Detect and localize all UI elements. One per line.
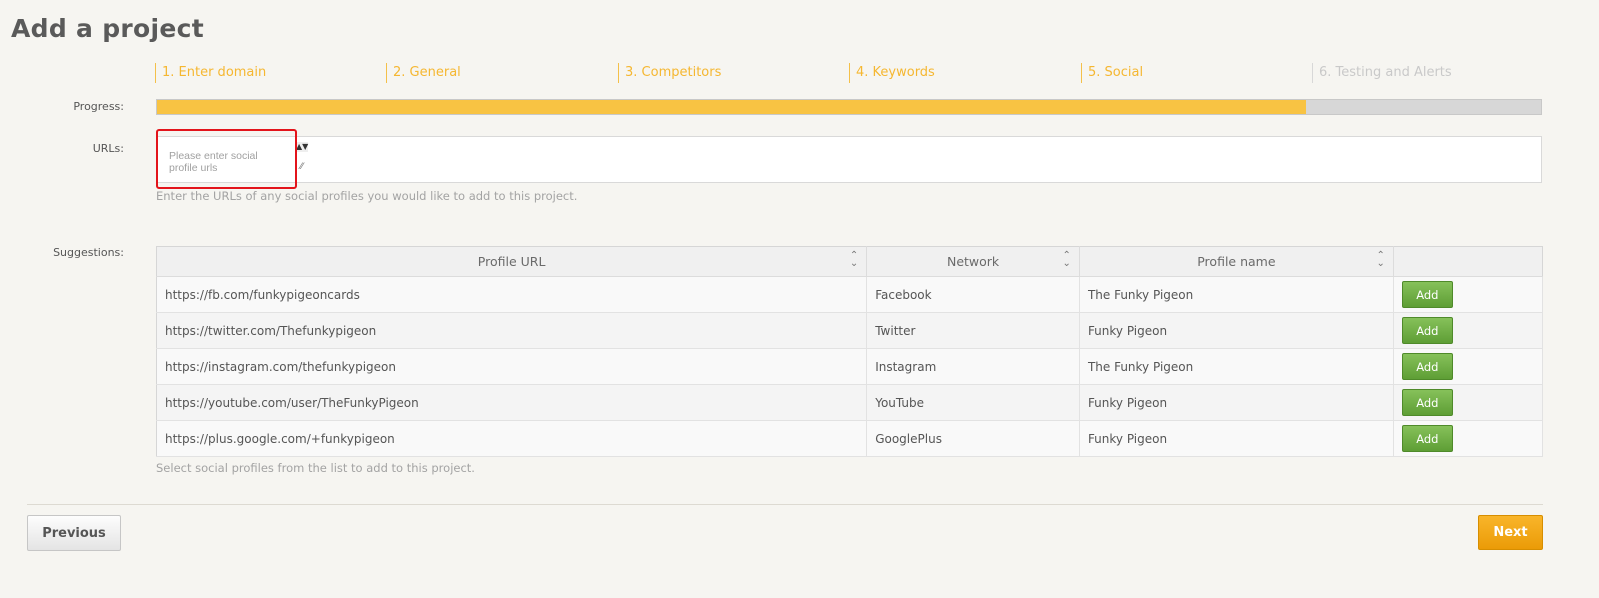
profile-name-cell: Funky Pigeon [1079,420,1394,457]
column-header-action [1393,246,1543,277]
profile-url-cell: https://fb.com/funkypigeoncards [156,276,868,313]
step-testing-alerts: 6. Testing and Alerts [1312,63,1452,83]
add-button[interactable]: Add [1401,281,1453,308]
suggestions-help-text: Select social profiles from the list to … [156,461,475,475]
action-cell: Add [1393,312,1544,349]
page-title: Add a project [11,14,205,43]
footer-divider [27,504,1543,505]
step-general[interactable]: 2. General [386,63,461,83]
action-cell: Add [1393,420,1544,457]
sort-icon[interactable]: ⌃ ⌄ [1063,251,1071,269]
table-row: https://twitter.com/Thefunkypigeon Twitt… [156,312,1544,349]
scroll-arrows-icon[interactable]: ▲▼ [296,142,308,152]
suggestions-table: Profile URL ⌃ ⌄ Network ⌃ ⌄ Profile name ⌃… [156,246,1544,457]
profile-url-cell: https://instagram.com/thefunkypigeon [156,348,868,385]
network-cell: Instagram [866,348,1080,385]
table-row: https://instagram.com/thefunkypigeon Ins… [156,348,1544,385]
previous-button[interactable]: Previous [27,515,121,551]
network-cell: Twitter [866,312,1080,349]
profile-url-cell: https://plus.google.com/+funkypigeon [156,420,868,457]
urls-field-container: ▲▼ ⁄⁄ [156,136,1542,185]
profile-name-cell: The Funky Pigeon [1079,276,1394,313]
profile-url-cell: https://youtube.com/user/TheFunkyPigeon [156,384,868,421]
profile-name-cell: Funky Pigeon [1079,312,1394,349]
table-row: https://plus.google.com/+funkypigeon Goo… [156,420,1544,457]
add-button[interactable]: Add [1401,353,1453,380]
wizard-steps: 1. Enter domain 2. General 3. Competitor… [155,63,1545,85]
table-row: https://youtube.com/user/TheFunkyPigeon … [156,384,1544,421]
column-header-label: Profile name [1197,254,1276,269]
add-button[interactable]: Add [1401,389,1453,416]
step-enter-domain[interactable]: 1. Enter domain [155,63,266,83]
suggestions-label: Suggestions: [53,246,124,259]
column-header-profile-url[interactable]: Profile URL ⌃ ⌄ [156,246,868,277]
column-header-label: Profile URL [477,254,546,269]
column-header-profile-name[interactable]: Profile name ⌃ ⌄ [1079,246,1394,277]
column-header-label: Network [946,254,1000,269]
table-row: https://fb.com/funkypigeoncards Facebook… [156,276,1544,313]
network-cell: Facebook [866,276,1080,313]
sort-icon[interactable]: ⌃ ⌄ [1376,251,1384,269]
progress-fill [157,100,1306,114]
add-button[interactable]: Add [1401,425,1453,452]
add-button[interactable]: Add [1401,317,1453,344]
resize-handle-icon[interactable]: ⁄⁄ [300,162,303,172]
step-social[interactable]: 5. Social [1081,63,1143,83]
profile-url-cell: https://twitter.com/Thefunkypigeon [156,312,868,349]
column-header-network[interactable]: Network ⌃ ⌄ [866,246,1080,277]
next-button[interactable]: Next [1478,515,1543,550]
action-cell: Add [1393,348,1544,385]
urls-label: URLs: [92,142,124,155]
action-cell: Add [1393,276,1544,313]
sort-icon[interactable]: ⌃ ⌄ [850,251,858,269]
step-keywords[interactable]: 4. Keywords [849,63,935,83]
urls-help-text: Enter the URLs of any social profiles yo… [156,189,578,203]
table-header-row: Profile URL ⌃ ⌄ Network ⌃ ⌄ Profile name ⌃… [156,246,1543,277]
progress-bar [156,99,1542,115]
action-cell: Add [1393,384,1544,421]
network-cell: YouTube [866,384,1080,421]
progress-label: Progress: [73,100,124,113]
highlight-box [156,129,297,189]
profile-name-cell: The Funky Pigeon [1079,348,1394,385]
network-cell: GooglePlus [866,420,1080,457]
profile-name-cell: Funky Pigeon [1079,384,1394,421]
step-competitors[interactable]: 3. Competitors [618,63,721,83]
